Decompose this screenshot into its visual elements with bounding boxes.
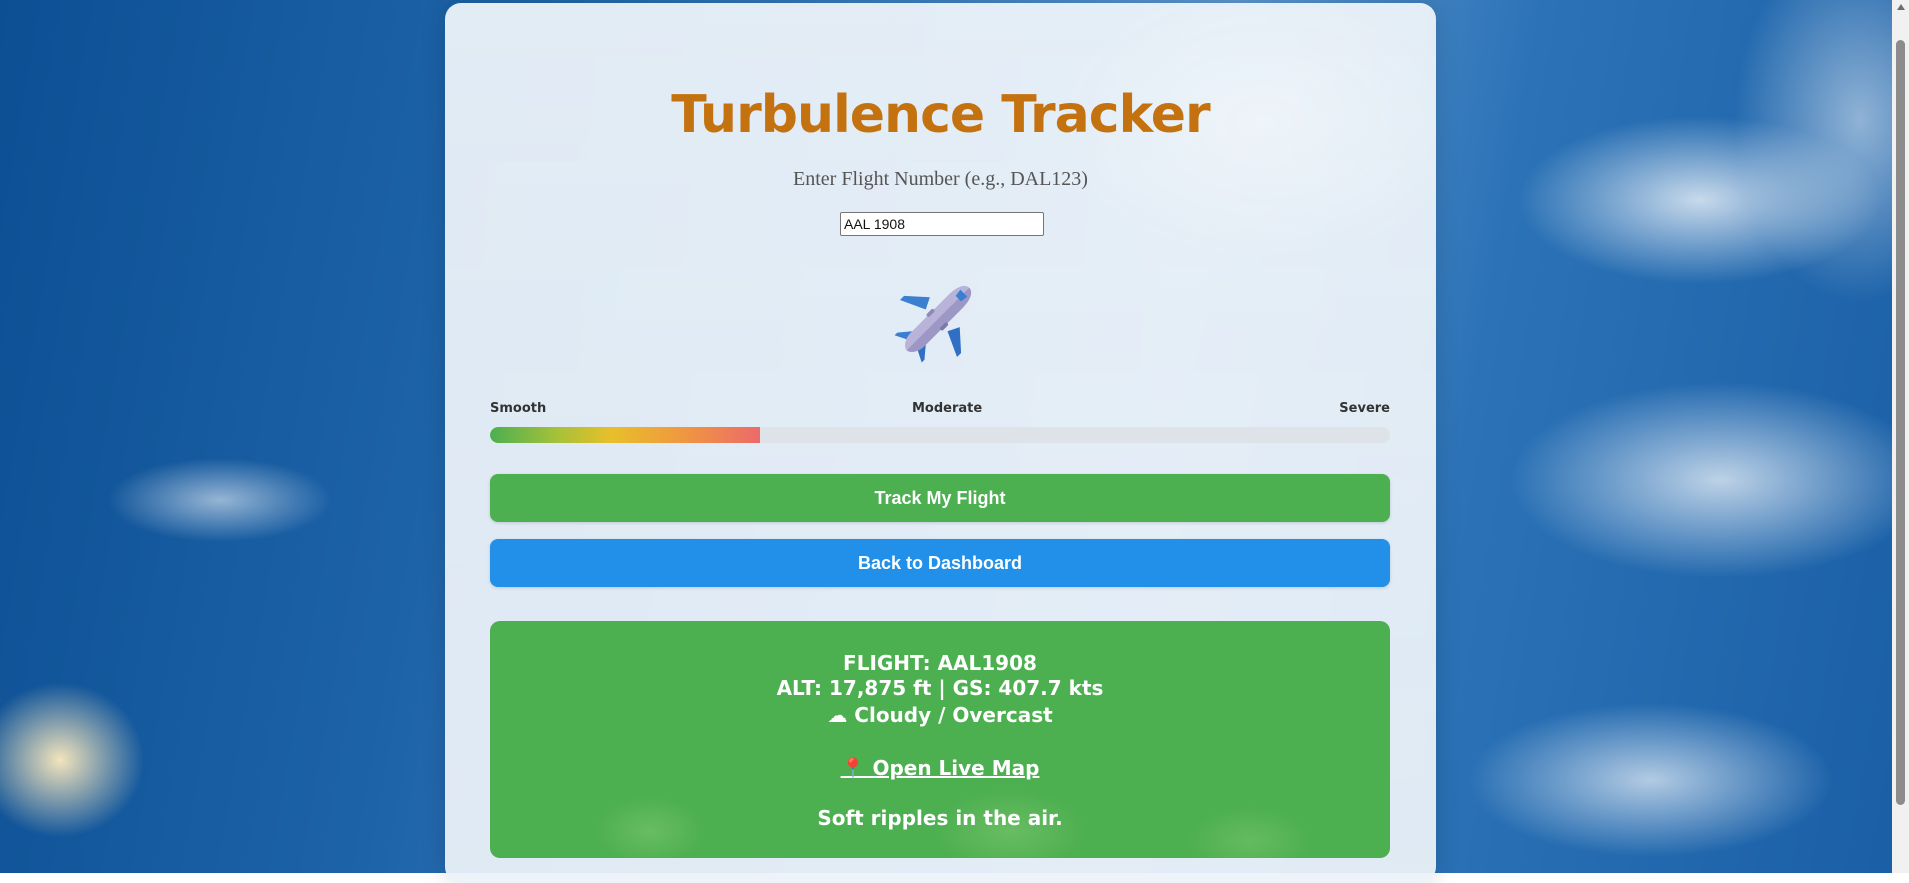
flight-id: FLIGHT: AAL1908 [843, 651, 1037, 675]
weather-status: ☁ Cloudy / Overcast [490, 703, 1390, 727]
flight-number-prompt: Enter Flight Number (e.g., DAL123) [793, 168, 1088, 190]
track-flight-button[interactable]: Track My Flight [490, 474, 1390, 522]
page-title: Turbulence Tracker [671, 85, 1210, 145]
turbulence-gauge-fill [490, 427, 760, 443]
scroll-up-arrow-icon[interactable] [1897, 4, 1905, 10]
scrollbar[interactable] [1892, 0, 1909, 873]
flight-result-panel: FLIGHT: AAL1908 ALT: 17,875 ft | GS: 407… [490, 621, 1390, 858]
flight-number-input[interactable] [840, 212, 1044, 236]
pin-icon: 📍 [840, 756, 866, 780]
gauge-label-smooth: Smooth [490, 401, 547, 416]
gauge-label-severe: Severe [1339, 401, 1390, 416]
gauge-label-moderate: Moderate [912, 401, 983, 416]
weather-text: Cloudy / Overcast [854, 703, 1053, 727]
cloud-icon: ☁ [827, 703, 848, 727]
turbulence-gauge [490, 427, 1390, 443]
altitude-groundspeed: ALT: 17,875 ft | GS: 407.7 kts [776, 676, 1104, 700]
airplane-icon [894, 285, 972, 363]
open-live-map-link[interactable]: 📍 Open Live Map [490, 756, 1390, 780]
scrollbar-thumb[interactable] [1896, 40, 1905, 805]
back-to-dashboard-button[interactable]: Back to Dashboard [490, 539, 1390, 587]
open-live-map-label[interactable]: Open Live Map [872, 756, 1039, 780]
turbulence-note: Soft ripples in the air. [817, 806, 1063, 830]
tracker-card: Turbulence Tracker Enter Flight Number (… [445, 3, 1436, 883]
